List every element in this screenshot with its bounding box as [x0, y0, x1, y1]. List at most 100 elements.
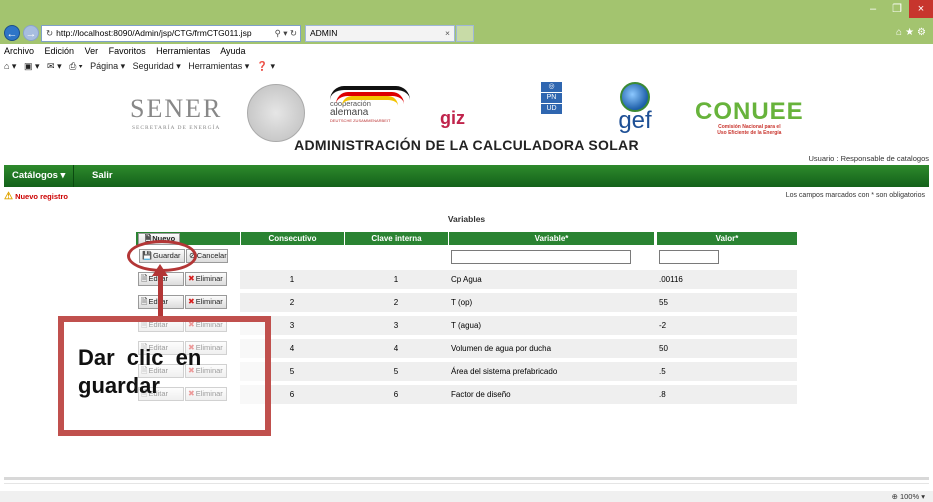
browser-titlebar: ← → ↻ http://localhost:8090/Admin/jsp/CTG…: [0, 0, 933, 44]
search-icon[interactable]: ⚲ ▾ ↻: [275, 26, 297, 41]
gef-text: gef: [618, 107, 652, 134]
cell-clave-interna: 4: [393, 344, 399, 353]
menu-ayuda[interactable]: Ayuda: [220, 46, 245, 56]
header-consecutivo[interactable]: Consecutivo: [240, 232, 344, 245]
cell-clave-interna: 1: [393, 275, 399, 284]
menu-archivo[interactable]: Archivo: [4, 46, 34, 56]
cancelar-label: Cancelar: [196, 251, 227, 260]
pnud-logo: ◎ PN UD: [541, 82, 562, 115]
page-title: ADMINISTRACIÓN DE LA CALCULADORA SOLAR: [294, 137, 639, 153]
table-title: Variables: [447, 214, 486, 224]
home-command-icon[interactable]: ⌂ ▾: [4, 61, 16, 71]
cell-clave-interna: 6: [393, 390, 399, 399]
cell-clave-interna: 5: [393, 367, 399, 376]
cell-valor: .00116: [659, 275, 683, 284]
back-button[interactable]: ←: [4, 25, 20, 41]
cmd-herramientas[interactable]: Herramientas ▾: [188, 61, 249, 71]
main-nav: Catálogos ▾ Salir: [4, 165, 929, 187]
edit-icon: 🗎: [141, 297, 148, 306]
cell-consecutivo: 2: [289, 298, 295, 307]
browser-tab[interactable]: ADMIN ×: [305, 25, 455, 42]
maximize-icon[interactable]: ❐: [885, 0, 909, 18]
cell-valor: -2: [659, 321, 667, 330]
required-fields-note: Los campos marcados con * son obligatori…: [785, 192, 925, 199]
gef-logo: gef: [612, 82, 658, 134]
nav-salir[interactable]: Salir: [84, 165, 121, 187]
eliminar-label: Eliminar: [195, 274, 223, 283]
cell-variable: Volumen de agua por ducha: [451, 344, 552, 353]
header-variable[interactable]: Variable*: [448, 232, 654, 245]
toolbar-icons[interactable]: ⌂★⚙: [896, 27, 929, 38]
variable-input[interactable]: [451, 250, 631, 264]
help-icon[interactable]: ❓ ▾: [257, 61, 275, 71]
print-icon[interactable]: ⎙ ▾: [69, 61, 82, 71]
tab-close-icon[interactable]: ×: [445, 26, 450, 41]
minimize-icon[interactable]: –: [861, 0, 885, 18]
zoom-level[interactable]: ⊕ 100% ▾: [892, 491, 925, 502]
cell-consecutivo: 1: [289, 275, 295, 284]
status-text: Nuevo registro: [15, 192, 68, 201]
zoom-value: 100%: [899, 492, 920, 501]
eliminar-label: Eliminar: [195, 297, 223, 306]
status-bar: ⊕ 100% ▾: [0, 491, 933, 502]
header-valor[interactable]: Valor*: [656, 232, 797, 245]
conuee-logo: CONUEE Comisión Nacional para el Uso Efi…: [695, 100, 804, 137]
header-clave-interna[interactable]: Clave interna: [344, 232, 448, 245]
edit-icon: 🗎: [141, 274, 148, 283]
delete-x-icon: ✖: [188, 274, 195, 283]
valor-input[interactable]: [659, 250, 719, 264]
eliminar-button[interactable]: ✖Eliminar: [185, 295, 227, 309]
settings-gear-icon[interactable]: ⚙: [917, 27, 929, 38]
address-bar[interactable]: ↻ http://localhost:8090/Admin/jsp/CTG/frm…: [41, 25, 301, 42]
eliminar-button[interactable]: ✖Eliminar: [185, 272, 227, 286]
refresh-icon[interactable]: ↻: [46, 28, 53, 38]
window-controls: – ❐ ×: [861, 0, 933, 20]
command-bar: ⌂ ▾ ▣ ▾ ✉ ▾ ⎙ ▾ Página ▾ Seguridad ▾ Her…: [0, 58, 933, 74]
giz-text: giz: [440, 108, 465, 128]
coop-line2: alemana: [330, 107, 369, 118]
sener-logo-text: SENER: [130, 94, 223, 123]
horizontal-scrollbar[interactable]: [4, 477, 929, 480]
cmd-seguridad[interactable]: Seguridad ▾: [133, 61, 181, 71]
sener-logo: SENER SECRETARÍA DE ENERGÍA: [130, 94, 222, 131]
delete-x-icon: ✖: [188, 297, 195, 306]
menu-edicion[interactable]: Edición: [45, 46, 75, 56]
sener-logo-subtitle: SECRETARÍA DE ENERGÍA: [131, 125, 221, 131]
conuee-subtitle-2: Uso Eficiente de la Energía: [717, 130, 782, 136]
mexico-seal-logo: [247, 84, 305, 142]
cell-valor: 50: [659, 344, 668, 353]
pnud-letter-n: N: [551, 94, 557, 101]
new-record-row: 💾Guardar ⊘Cancelar: [136, 245, 797, 268]
divider: [4, 483, 929, 484]
forward-button[interactable]: →: [23, 25, 39, 41]
cell-valor: .8: [659, 390, 666, 399]
favorites-star-icon[interactable]: ★: [905, 27, 917, 38]
table-header-row: 🗎Nuevo Consecutivo Clave interna Variabl…: [136, 232, 797, 245]
close-icon[interactable]: ×: [909, 0, 933, 18]
url-text: http://localhost:8090/Admin/jsp/CTG/frmC…: [56, 28, 252, 38]
nav-catalogos[interactable]: Catálogos ▾: [4, 165, 75, 187]
tab-title: ADMIN: [310, 28, 338, 38]
table-row: 🗎Editar✖Eliminar22T (op)55: [136, 291, 797, 314]
menu-herramientas[interactable]: Herramientas: [156, 46, 210, 56]
un-emblem-icon: ◎: [541, 82, 562, 92]
cmd-pagina[interactable]: Página ▾: [90, 61, 125, 71]
page-header: SENER SECRETARÍA DE ENERGÍA cooperación …: [0, 76, 933, 164]
menu-ver[interactable]: Ver: [85, 46, 99, 56]
coop-line3: DEUTSCHE ZUSAMMENARBEIT: [330, 118, 391, 123]
cell-variable: Área del sistema prefabricado: [451, 367, 558, 376]
pnud-letter-d: D: [551, 105, 557, 112]
cell-valor: 55: [659, 298, 668, 307]
cell-variable: Factor de diseño: [451, 390, 511, 399]
menu-favoritos[interactable]: Favoritos: [109, 46, 146, 56]
new-tab-button[interactable]: [456, 25, 474, 42]
cell-variable: T (op): [451, 298, 473, 307]
table-row: 🗎Editar✖Eliminar11Cp Agua.00116: [136, 268, 797, 291]
mail-icon[interactable]: ✉ ▾: [47, 61, 62, 71]
feeds-icon[interactable]: ▣ ▾: [24, 61, 40, 71]
home-icon[interactable]: ⌂: [896, 27, 905, 38]
cell-valor: .5: [659, 367, 666, 376]
status-message: ⚠ Nuevo registro: [4, 191, 68, 202]
cell-clave-interna: 2: [393, 298, 399, 307]
giz-logo: giz: [440, 108, 465, 129]
